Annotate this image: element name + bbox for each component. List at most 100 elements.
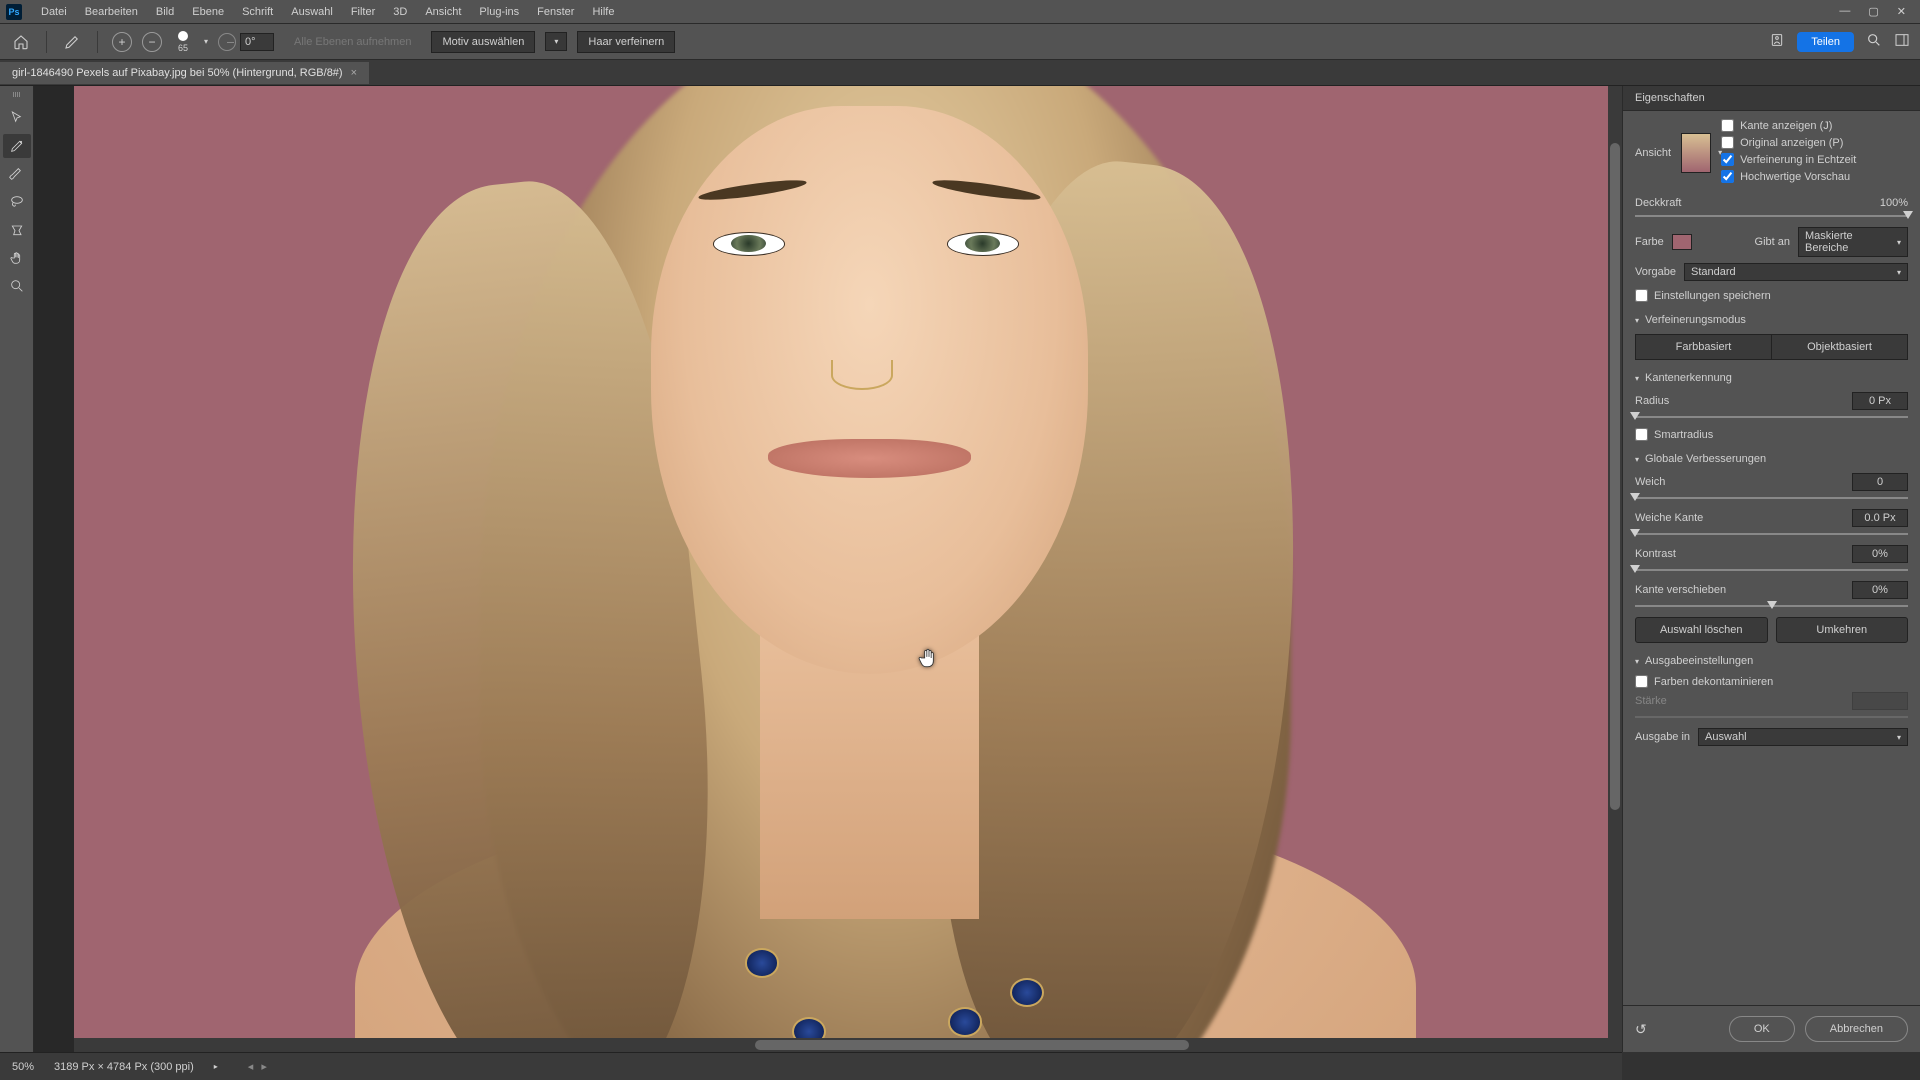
weiche-kante-input[interactable]	[1852, 509, 1908, 527]
weiche-kante-slider[interactable]	[1635, 533, 1908, 535]
tool-polygon-lasso[interactable]	[3, 218, 31, 242]
tool-hand[interactable]	[3, 246, 31, 270]
menu-schrift[interactable]: Schrift	[233, 2, 282, 22]
checkbox-hochwertige-vorschau[interactable]	[1721, 170, 1734, 183]
weich-slider[interactable]	[1635, 497, 1908, 499]
menu-fenster[interactable]: Fenster	[528, 2, 583, 22]
ok-button[interactable]: OK	[1729, 1016, 1795, 1042]
reset-icon[interactable]: ↺	[1635, 1021, 1647, 1038]
kontrast-input[interactable]	[1852, 545, 1908, 563]
add-to-selection-icon[interactable]: +	[112, 32, 132, 52]
select-subject-button[interactable]: Motiv auswählen	[431, 31, 535, 53]
angle-dial-icon[interactable]	[218, 33, 236, 51]
weich-input[interactable]	[1852, 473, 1908, 491]
zoom-level[interactable]: 50%	[12, 1061, 34, 1073]
brush-preset-picker[interactable]: 65	[178, 31, 188, 53]
angle-input[interactable]	[240, 33, 274, 51]
ausgabe-in-select[interactable]: Auswahl▾	[1698, 728, 1908, 746]
close-icon[interactable]: ✕	[1897, 5, 1906, 18]
tool-quick-select[interactable]	[3, 134, 31, 158]
checkbox-original-anzeigen[interactable]	[1721, 136, 1734, 149]
gibt-an-select[interactable]: Maskierte Bereiche▾	[1798, 227, 1908, 257]
menu-plugins[interactable]: Plug-ins	[470, 2, 528, 22]
chevron-down-icon: ▾	[1635, 316, 1639, 325]
auswahl-loeschen-button[interactable]: Auswahl löschen	[1635, 617, 1768, 643]
objektbasiert-button[interactable]: Objektbasiert	[1772, 335, 1907, 359]
umkehren-button[interactable]: Umkehren	[1776, 617, 1909, 643]
panel-grip-icon[interactable]	[7, 92, 27, 98]
home-icon[interactable]	[10, 31, 32, 53]
section-ausgabe[interactable]: ▾Ausgabeeinstellungen	[1635, 655, 1908, 667]
search-icon[interactable]	[1866, 32, 1882, 51]
options-bar: + − 65 ▾ Alle Ebenen aufnehmen Motiv aus…	[0, 24, 1920, 60]
workspace-icon[interactable]	[1894, 32, 1910, 51]
checkbox-kante-anzeigen[interactable]	[1721, 119, 1734, 132]
checkbox-farben-dekon[interactable]	[1635, 675, 1648, 688]
menu-bild[interactable]: Bild	[147, 2, 183, 22]
main-area: Eigenschaften Ansicht Kante anzeigen (J)…	[0, 86, 1920, 1052]
canvas-area[interactable]	[34, 86, 1622, 1052]
vorgabe-select[interactable]: Standard▾	[1684, 263, 1908, 281]
radius-slider[interactable]	[1635, 416, 1908, 418]
slider-handle-icon[interactable]	[1630, 565, 1640, 573]
menu-filter[interactable]: Filter	[342, 2, 384, 22]
checkbox-smartradius[interactable]	[1635, 428, 1648, 441]
vertical-scrollbar[interactable]	[1608, 86, 1622, 1038]
chevron-right-icon[interactable]: ▸	[214, 1062, 218, 1071]
checkbox-verfeinerung-echtzeit[interactable]	[1721, 153, 1734, 166]
tool-lasso[interactable]	[3, 190, 31, 214]
maximize-icon[interactable]: ▢	[1868, 5, 1878, 18]
divider	[97, 31, 98, 53]
menu-bearbeiten[interactable]: Bearbeiten	[76, 2, 147, 22]
deckkraft-slider[interactable]	[1635, 215, 1908, 217]
kantenerkennung-label: Kantenerkennung	[1645, 372, 1732, 384]
document-tab[interactable]: girl-1846490 Pexels auf Pixabay.jpg bei …	[0, 62, 369, 84]
share-button[interactable]: Teilen	[1797, 32, 1854, 52]
canvas-image[interactable]	[74, 86, 1622, 1052]
kante-verschieben-slider[interactable]	[1635, 605, 1908, 607]
farbbasiert-button[interactable]: Farbbasiert	[1636, 335, 1772, 359]
scrollbar-thumb[interactable]	[755, 1040, 1188, 1050]
section-kantenerkennung[interactable]: ▾Kantenerkennung	[1635, 372, 1908, 384]
checkbox-einstellungen-speichern[interactable]	[1635, 289, 1648, 302]
section-globale-verbesserungen[interactable]: ▾Globale Verbesserungen	[1635, 453, 1908, 465]
subtract-from-selection-icon[interactable]: −	[142, 32, 162, 52]
nav-prev-icon[interactable]: ◂	[248, 1060, 254, 1073]
section-verfeinerungsmodus[interactable]: ▾Verfeinerungsmodus	[1635, 314, 1908, 326]
kontrast-slider[interactable]	[1635, 569, 1908, 571]
current-tool-icon[interactable]	[61, 31, 83, 53]
horizontal-scrollbar[interactable]	[74, 1038, 1622, 1052]
menu-ebene[interactable]: Ebene	[183, 2, 233, 22]
chevron-down-icon[interactable]: ▾	[204, 37, 208, 46]
mask-color-swatch[interactable]	[1672, 234, 1692, 250]
refine-hair-button[interactable]: Haar verfeinern	[577, 31, 675, 53]
slider-handle-icon[interactable]	[1630, 493, 1640, 501]
radius-input[interactable]	[1852, 392, 1908, 410]
globale-label: Globale Verbesserungen	[1645, 453, 1766, 465]
menu-3d[interactable]: 3D	[384, 2, 416, 22]
close-tab-icon[interactable]: ×	[351, 67, 357, 79]
properties-tab[interactable]: Eigenschaften	[1623, 86, 1920, 111]
scrollbar-thumb[interactable]	[1610, 143, 1620, 809]
minimize-icon[interactable]: —	[1839, 5, 1850, 18]
nav-next-icon[interactable]: ▸	[261, 1060, 267, 1073]
slider-handle-icon[interactable]	[1903, 211, 1913, 219]
tool-arrow[interactable]	[3, 106, 31, 130]
ausgabe-in-label: Ausgabe in	[1635, 731, 1690, 743]
slider-handle-icon[interactable]	[1630, 529, 1640, 537]
deckkraft-value[interactable]: 100%	[1880, 197, 1908, 209]
cancel-button[interactable]: Abbrechen	[1805, 1016, 1908, 1042]
view-mode-thumbnail[interactable]	[1681, 133, 1711, 173]
slider-handle-icon[interactable]	[1630, 412, 1640, 420]
menu-auswahl[interactable]: Auswahl	[282, 2, 342, 22]
cloud-docs-icon[interactable]	[1769, 32, 1785, 51]
select-subject-dropdown[interactable]: ▾	[545, 32, 567, 51]
panel-footer: ↺ OK Abbrechen	[1623, 1005, 1920, 1052]
menu-hilfe[interactable]: Hilfe	[583, 2, 623, 22]
tool-brush[interactable]	[3, 162, 31, 186]
menu-ansicht[interactable]: Ansicht	[416, 2, 470, 22]
menu-datei[interactable]: Datei	[32, 2, 76, 22]
slider-handle-icon[interactable]	[1767, 601, 1777, 609]
kante-verschieben-input[interactable]	[1852, 581, 1908, 599]
tool-zoom[interactable]	[3, 274, 31, 298]
